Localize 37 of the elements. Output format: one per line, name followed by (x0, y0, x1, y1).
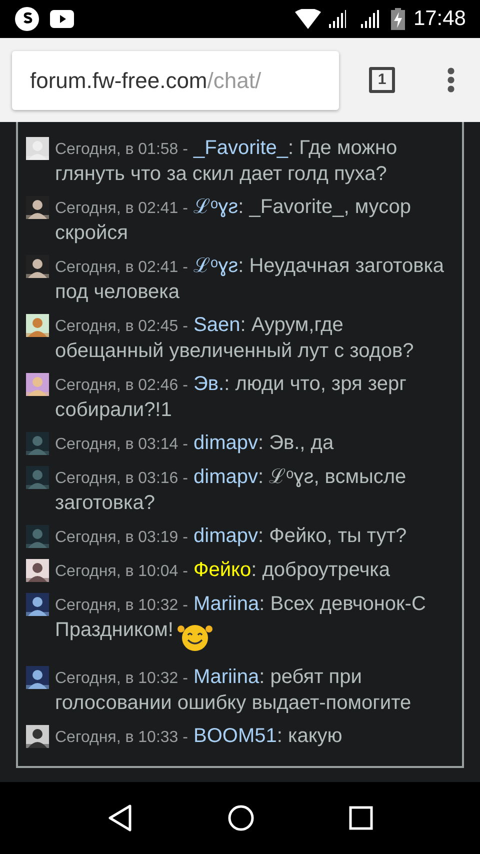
chat-message: Сегодня, в 02:46 - Эв.: люди что, зря зерг собирали?!1 (55, 372, 408, 423)
chat-message: Сегодня, в 03:14 - dimapv: Эв., да (55, 431, 335, 456)
user-name-link[interactable]: Saen (194, 314, 240, 336)
chat-message: Сегодня, в 02:41 - ℒᵒɣƨ: Неудачная заготовка под человека (55, 254, 446, 305)
address-bar[interactable]: forum.fw-free.com/chat/ (12, 50, 339, 110)
chat-message: Сегодня, в 03:16 - dimapv: ℒᵒɣƨ, всмысле заготовка? (55, 465, 408, 516)
signal-icon (361, 10, 380, 28)
user-name-link[interactable]: dimapv (194, 466, 258, 488)
back-icon[interactable] (107, 804, 134, 832)
chat-message: Сегодня, в 01:58 - _Favorite_: Где можно глянуть что за скил дает голд пуха? (55, 136, 398, 187)
chat-message: Сегодня, в 10:33 - BOOM51: какую (55, 724, 344, 749)
user-name-link[interactable]: dimapv (194, 525, 258, 547)
chat-message: Сегодня, в 10:04 - Фейко: доброутречка (55, 558, 391, 583)
user-name-link[interactable]: Mariina (194, 666, 260, 688)
skype-icon (14, 6, 40, 32)
chat-message: Сегодня, в 03:19 - dimapv: Фейко, ты тут? (55, 524, 408, 549)
user-name-link[interactable]: Эв. (194, 373, 224, 395)
wifi-icon (295, 9, 322, 29)
menu-icon[interactable] (447, 67, 455, 93)
video-icon (50, 10, 74, 28)
chat-message: Сегодня, в 02:45 - Saen: Аурум,где обещанный увеличенный лут с зодов? (55, 313, 415, 364)
user-name-link[interactable]: dimapv (194, 432, 258, 454)
chat-message: Сегодня, в 02:41 - ℒᵒɣƨ: _Favorite_, мусор скройся (55, 195, 412, 246)
user-name-link[interactable]: ℒᵒɣƨ (194, 196, 238, 218)
user-name-link[interactable]: Фейко (194, 559, 252, 581)
tab-count-button[interactable]: 1 (369, 67, 395, 93)
chat-message: Сегодня, в 10:32 - Mariina: Всех девчонок-С Праздником! (55, 592, 427, 643)
user-name-link[interactable]: ℒᵒɣƨ (194, 255, 238, 277)
battery-icon (391, 8, 406, 30)
chat-message: Сегодня, в 10:32 - Mariina: ребят при голосовании ошибку выдает-помогите (55, 665, 412, 716)
home-icon[interactable] (228, 805, 254, 831)
user-name-link[interactable]: BOOM51 (194, 725, 277, 747)
clock-time: 17:48 (413, 6, 466, 32)
user-name-link[interactable]: Mariina (194, 593, 260, 615)
recents-icon[interactable] (348, 806, 373, 830)
signal-icon (329, 10, 348, 28)
user-name-link[interactable]: _Favorite_ (194, 137, 288, 159)
